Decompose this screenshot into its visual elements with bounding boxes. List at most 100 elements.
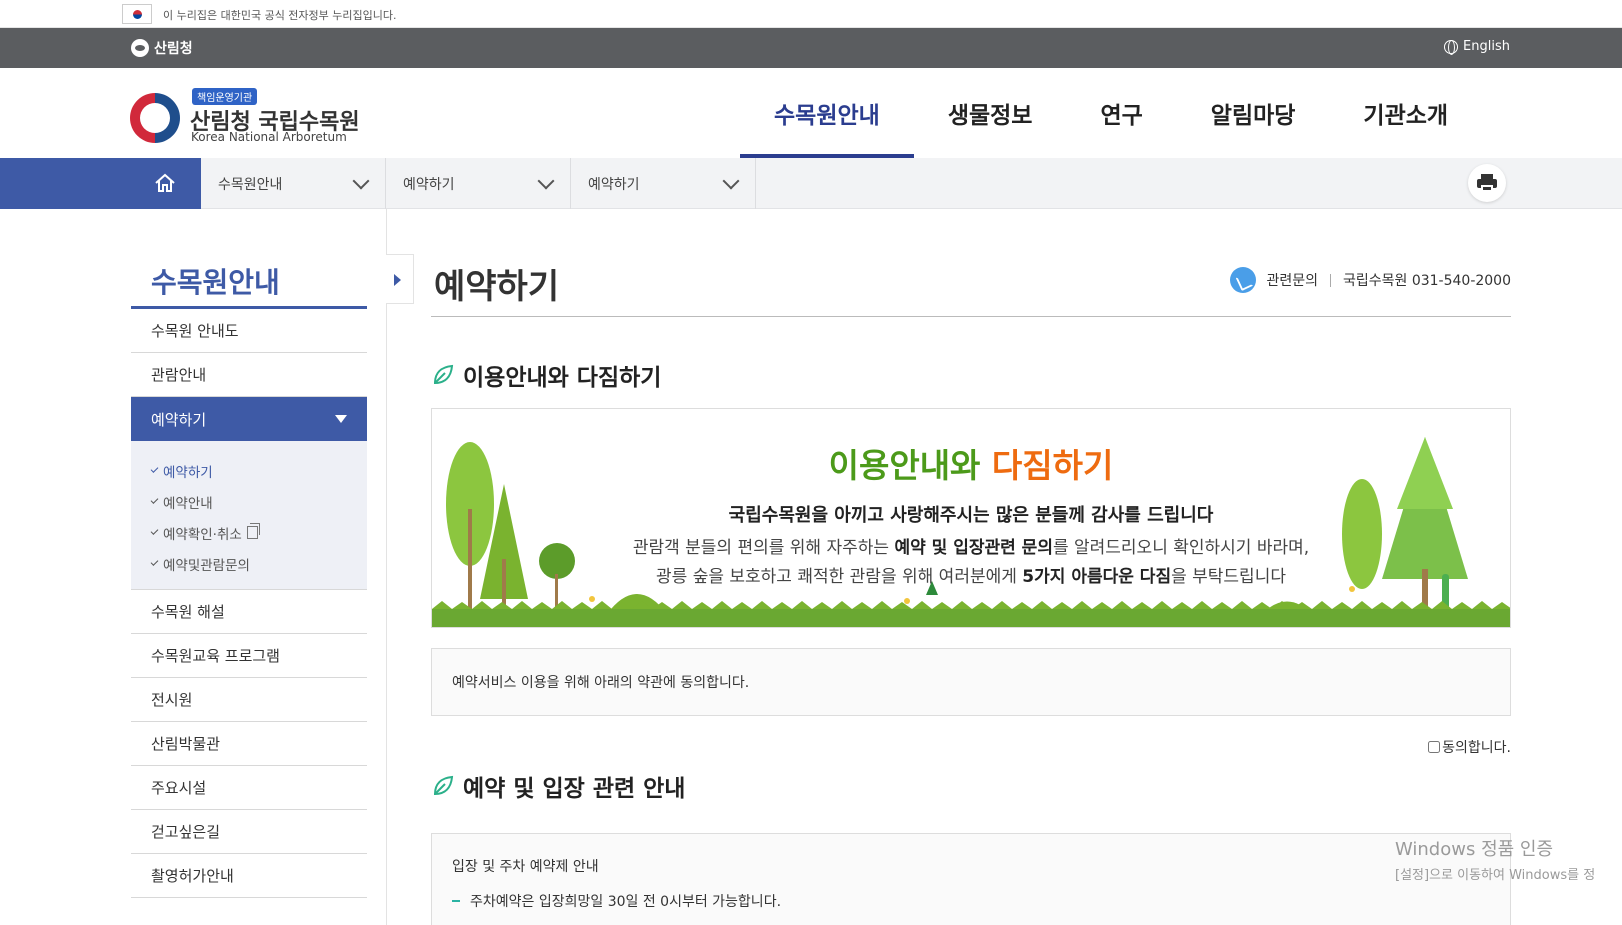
forest-service-label: 산림청 [154, 41, 193, 57]
sidebar-submenu: 예약하기 예약안내 예약확인·취소 예약및관람문의 [131, 441, 367, 590]
nav-item-research[interactable]: 연구 [1066, 68, 1176, 158]
sidebar-divider [386, 209, 387, 925]
watermark-line1: Windows 정품 인증 [1395, 839, 1554, 860]
banner-line2: 관람객 분들의 편의를 위해 자주하는 예약 및 입장관련 문의를 알려드리오니… [432, 533, 1510, 558]
reservation-info-box: 입장 및 주차 예약제 안내 주차예약은 입장희망일 30일 전 0시부터 가능… [431, 833, 1511, 925]
windows-activation-watermark: Windows 정품 인증 [설정]으로 이동하여 Windows를 정 [1395, 835, 1595, 883]
sidebar-item-education[interactable]: 수목원교육 프로그램 [131, 634, 367, 678]
check-icon [150, 465, 159, 473]
agree-label: 동의합니다. [1442, 740, 1511, 756]
banner-text: 광릉 숲을 보호하고 쾌적한 관람을 위해 여러분에게 [656, 567, 1023, 587]
banner-line3: 광릉 숲을 보호하고 쾌적한 관람을 위해 여러분에게 5가지 아름다운 다짐을… [432, 562, 1510, 587]
dash-bullet-icon [452, 900, 460, 902]
home-icon [155, 173, 175, 192]
korea-flag-icon [122, 4, 152, 24]
section-title-guide: 이용안내와 다짐하기 [431, 358, 661, 392]
sidebar-item-visit-guide[interactable]: 관람안내 [131, 353, 367, 397]
english-label: English [1463, 39, 1510, 54]
home-button[interactable] [0, 158, 201, 209]
sidebar-item-filming[interactable]: 촬영허가안내 [131, 854, 367, 898]
info-heading: 입장 및 주차 예약제 안내 [452, 859, 599, 875]
sidebar-item-trails[interactable]: 걷고싶은길 [131, 810, 367, 854]
location-level3-label: 예약하기 [588, 176, 640, 193]
leaf-icon [433, 364, 454, 385]
gov-banner: 이 누리집은 대한민국 공식 전자정부 누리집입니다. [0, 0, 1622, 28]
location-bar: 수목원안내 예약하기 예약하기 [0, 158, 1622, 209]
arboretum-logo-icon[interactable] [130, 93, 180, 143]
section-title-label: 이용안내와 다짐하기 [463, 365, 662, 391]
terms-text: 예약서비스 이용을 위해 아래의 약관에 동의합니다. [452, 675, 750, 691]
divider [1329, 273, 1331, 287]
banner-emphasis: 예약 및 입장관련 문의 [894, 538, 1053, 558]
english-link[interactable]: English [1444, 39, 1510, 55]
nav-item-arboretum-info[interactable]: 수목원안내 [740, 68, 914, 158]
location-level2-dropdown[interactable]: 예약하기 [386, 158, 571, 209]
agree-checkbox[interactable] [1428, 741, 1441, 753]
banner-heading-green: 이용안내와 [828, 446, 981, 485]
print-button[interactable] [1468, 164, 1506, 202]
sidebar-item-facilities[interactable]: 주요시설 [131, 766, 367, 810]
section-title-label: 예약 및 입장 관련 안내 [463, 776, 686, 802]
page-title: 예약하기 [434, 267, 560, 307]
logo-badge: 책임운영기관 [192, 88, 258, 105]
banner-emphasis: 5가지 아름다운 다짐 [1022, 567, 1172, 587]
sidebar-item-label: 예약하기 [151, 410, 207, 429]
nav-item-notice[interactable]: 알림마당 [1177, 68, 1330, 158]
chevron-down-icon [352, 172, 370, 190]
contact-label: 관련문의 [1266, 273, 1318, 289]
globe-icon [1444, 39, 1459, 55]
chevron-down-icon [722, 172, 740, 190]
sidebar-title: 수목원안내 [151, 266, 280, 299]
submenu-label: 예약안내 [163, 495, 213, 512]
banner-text: 을 부탁드립니다 [1171, 567, 1286, 587]
banner-heading: 이용안내와 다짐하기 [432, 439, 1510, 487]
sidebar-item-gardens[interactable]: 전시원 [131, 678, 367, 722]
banner-line1: 국립수목원을 아끼고 사랑해주시는 많은 분들께 감사를 드립니다 [728, 505, 1214, 526]
check-icon [150, 496, 159, 504]
info-item: 주차예약은 입장희망일 30일 전 0시부터 가능합니다. [452, 891, 781, 911]
utility-bar: 산림청 English [0, 28, 1622, 68]
submenu-item-reserve-guide[interactable]: 예약안내 [150, 486, 367, 517]
sidebar-item-reservation[interactable]: 예약하기 [131, 397, 367, 441]
phone-icon [1230, 267, 1257, 293]
sidebar-item-museum[interactable]: 산림박물관 [131, 722, 367, 766]
main-nav: 수목원안내 생물정보 연구 알림마당 기관소개 [740, 68, 1482, 158]
agree-checkbox-label[interactable]: 동의합니다. [1428, 737, 1511, 757]
submenu-label: 예약하기 [163, 464, 213, 481]
sidebar-menu: 수목원 안내도 관람안내 예약하기 예약하기 예약안내 예약확인·취소 예약및관… [131, 309, 367, 898]
caret-down-icon [335, 415, 347, 423]
banner-text: 관람객 분들의 편의를 위해 자주하는 [632, 538, 895, 558]
check-icon [150, 527, 159, 535]
check-icon [150, 558, 159, 566]
submenu-item-reserve-confirm[interactable]: 예약확인·취소 [150, 517, 367, 548]
contact-value: 국립수목원 031-540-2000 [1342, 273, 1511, 289]
section-title-reservation: 예약 및 입장 관련 안내 [431, 769, 685, 803]
site-header: 책임운영기관 산림청 국립수목원 Korea National Arboretu… [0, 68, 1622, 158]
location-level3-dropdown[interactable]: 예약하기 [571, 158, 756, 209]
submenu-label: 예약및관람문의 [163, 557, 250, 574]
location-level2-label: 예약하기 [403, 176, 455, 193]
info-item-text: 주차예약은 입장희망일 30일 전 0시부터 가능합니다. [470, 894, 782, 910]
contact-info: 관련문의 국립수목원 031-540-2000 [1230, 267, 1511, 293]
sidebar-toggle-button[interactable] [386, 254, 414, 304]
logo-subtitle: Korea National Arboretum [191, 130, 347, 144]
sidebar-item-commentary[interactable]: 수목원 해설 [131, 590, 367, 634]
nav-item-about[interactable]: 기관소개 [1329, 68, 1482, 158]
forest-service-link[interactable]: 산림청 [131, 38, 193, 58]
terms-box: 예약서비스 이용을 위해 아래의 약관에 동의합니다. [431, 648, 1511, 716]
forest-service-logo-icon [131, 39, 149, 57]
nav-item-bio-info[interactable]: 생물정보 [914, 68, 1067, 158]
new-window-icon [246, 523, 260, 539]
guide-banner: 이용안내와 다짐하기 국립수목원을 아끼고 사랑해주시는 많은 분들께 감사를 … [431, 408, 1511, 628]
watermark-line2: [설정]으로 이동하여 Windows를 정 [1395, 868, 1596, 883]
submenu-item-reserve[interactable]: 예약하기 [150, 455, 367, 486]
title-divider [431, 316, 1511, 317]
banner-text: 를 알려드리오니 확인하시기 바라며, [1052, 538, 1310, 558]
leaf-icon [433, 775, 454, 796]
location-level1-label: 수목원안내 [218, 176, 283, 193]
chevron-down-icon [537, 172, 555, 190]
submenu-item-inquiry[interactable]: 예약및관람문의 [150, 548, 367, 579]
sidebar-item-map[interactable]: 수목원 안내도 [131, 309, 367, 353]
gov-banner-text: 이 누리집은 대한민국 공식 전자정부 누리집입니다. [163, 9, 397, 22]
location-level1-dropdown[interactable]: 수목원안내 [201, 158, 386, 209]
